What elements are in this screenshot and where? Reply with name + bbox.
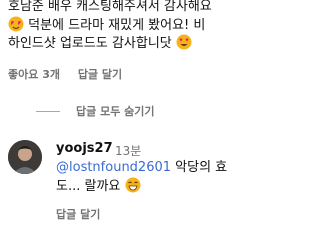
mention-link[interactable]: @lostnfound2601	[56, 160, 171, 175]
heart-face-icon	[8, 16, 24, 32]
reply-username[interactable]: yoojs27	[56, 141, 113, 156]
reply-button[interactable]: 답글 달기	[56, 208, 100, 221]
avatar-image	[8, 140, 42, 174]
hide-replies-toggle[interactable]: 답글 모두 숨기기	[36, 103, 155, 119]
reply-timestamp: 13분	[115, 144, 142, 158]
reply-button[interactable]: 답글 달기	[78, 68, 122, 81]
avatar[interactable]	[8, 140, 42, 174]
comment-actions: 좋아요 3개 답글 달기	[8, 66, 136, 82]
reply-text-line-1: @lostnfound2601 악당의 효	[56, 160, 228, 175]
grinning-face-icon	[125, 177, 141, 193]
heart-eyes-icon	[176, 34, 192, 50]
reply-text-line-2: 도... 랄까요	[56, 177, 141, 196]
likes-count-link[interactable]: 좋아요 3개	[8, 68, 60, 81]
reply-actions: 답글 달기	[56, 206, 114, 222]
comment-text-line-1: 호남준 배우 캐스팅해주셔서 감사해요	[8, 0, 212, 14]
comment-text-line-3: 하인드샷 업로드도 감사합니닷	[8, 34, 192, 53]
divider-dash	[36, 110, 60, 112]
comment-text-line-2: 덕분에 드라마 재밌게 봤어요! 비	[8, 16, 205, 35]
